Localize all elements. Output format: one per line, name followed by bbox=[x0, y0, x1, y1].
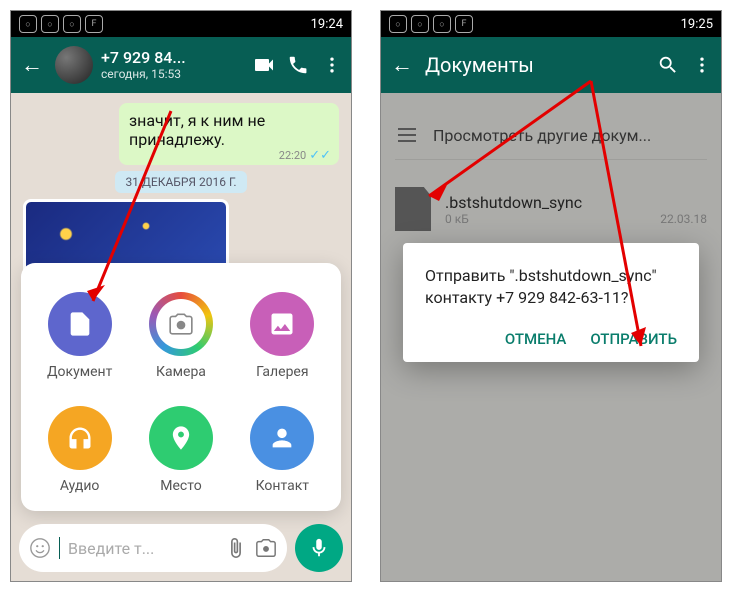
status-bar: ○ ○ ○ F 19:25 bbox=[381, 11, 721, 37]
attach-label: Аудио bbox=[60, 478, 100, 494]
right-phone: ○ ○ ○ F 19:25 ← Документы Просмотреть др… bbox=[380, 10, 722, 582]
read-checks-icon: ✓✓ bbox=[309, 148, 331, 163]
attach-location[interactable]: Место bbox=[149, 406, 213, 494]
menu-icon[interactable] bbox=[319, 52, 345, 78]
emoji-icon[interactable] bbox=[29, 537, 51, 559]
attach-label: Документ bbox=[47, 364, 112, 380]
cancel-button[interactable]: ОТМЕНА bbox=[505, 330, 566, 348]
video-call-icon[interactable] bbox=[251, 52, 277, 78]
status-bar: ○ ○ ○ F 19:24 bbox=[11, 11, 351, 37]
annotation-arrow bbox=[71, 101, 191, 321]
left-phone: ○ ○ ○ F 19:24 ← +7 929 84... сегодня, 15… bbox=[10, 10, 352, 582]
file-size: 0 кБ bbox=[445, 212, 469, 226]
message-time: 22:20 bbox=[279, 149, 306, 162]
status-app-icon: ○ bbox=[433, 15, 451, 33]
attach-label: Галерея bbox=[256, 364, 308, 380]
back-icon[interactable]: ← bbox=[17, 48, 47, 82]
status-time: 19:24 bbox=[311, 17, 343, 32]
avatar[interactable] bbox=[55, 46, 93, 84]
camera-icon[interactable] bbox=[255, 537, 277, 559]
attach-contact[interactable]: Контакт bbox=[250, 406, 314, 494]
status-app-icon: ○ bbox=[41, 15, 59, 33]
status-time: 19:25 bbox=[681, 17, 713, 32]
attach-label: Место bbox=[160, 478, 201, 494]
input-bar: Введите т... bbox=[19, 523, 343, 573]
voice-call-icon[interactable] bbox=[285, 52, 311, 78]
status-app-icon: F bbox=[85, 15, 103, 33]
attach-icon[interactable] bbox=[225, 537, 247, 559]
status-app-icon: ○ bbox=[63, 15, 81, 33]
status-app-icon: F bbox=[455, 15, 473, 33]
attach-audio[interactable]: Аудио bbox=[48, 406, 112, 494]
input-placeholder: Введите т... bbox=[68, 539, 217, 558]
status-app-icon: ○ bbox=[19, 15, 37, 33]
status-app-icon: ○ bbox=[389, 15, 407, 33]
message-input[interactable]: Введите т... bbox=[19, 524, 287, 572]
chat-toolbar: ← +7 929 84... сегодня, 15:53 bbox=[11, 37, 351, 93]
mic-button[interactable] bbox=[295, 524, 343, 572]
status-app-icon: ○ bbox=[411, 15, 429, 33]
attach-gallery[interactable]: Галерея bbox=[250, 292, 314, 380]
annotation-arrow bbox=[581, 71, 701, 361]
contact-subtitle: сегодня, 15:53 bbox=[101, 67, 243, 81]
contact-name[interactable]: +7 929 84... bbox=[101, 48, 243, 67]
attach-label: Контакт bbox=[256, 478, 309, 494]
attach-label: Камера bbox=[156, 364, 206, 380]
